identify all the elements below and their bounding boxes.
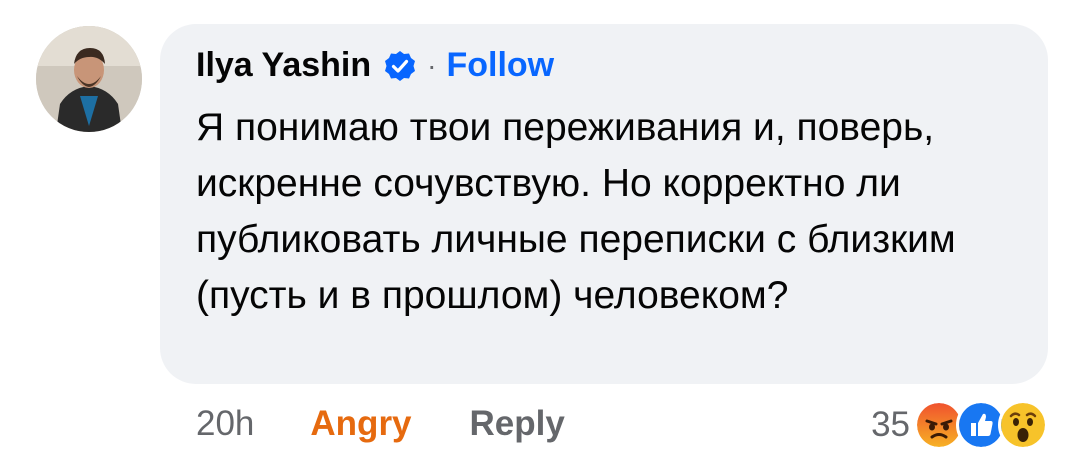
comment-bubble: Ilya Yashin · Follow Я понимаю твои пере…	[160, 24, 1048, 384]
follow-button[interactable]: Follow	[446, 46, 554, 85]
wow-emoji-icon	[998, 400, 1048, 450]
reaction-count: 35	[871, 405, 910, 444]
separator-dot: ·	[427, 49, 437, 81]
reaction-summary[interactable]: 35	[871, 400, 1048, 450]
reply-button[interactable]: Reply	[470, 404, 565, 444]
timestamp[interactable]: 20h	[196, 404, 254, 444]
author-name[interactable]: Ilya Yashin	[196, 46, 371, 85]
verified-badge-icon	[383, 49, 417, 83]
avatar[interactable]	[36, 26, 142, 132]
comment-text: Я понимаю твои переживания и, поверь, ис…	[196, 106, 956, 317]
reaction-button[interactable]: Angry	[310, 404, 411, 444]
comment-actions: 20h Angry Reply	[196, 404, 565, 444]
comment-header: Ilya Yashin · Follow	[196, 46, 554, 85]
